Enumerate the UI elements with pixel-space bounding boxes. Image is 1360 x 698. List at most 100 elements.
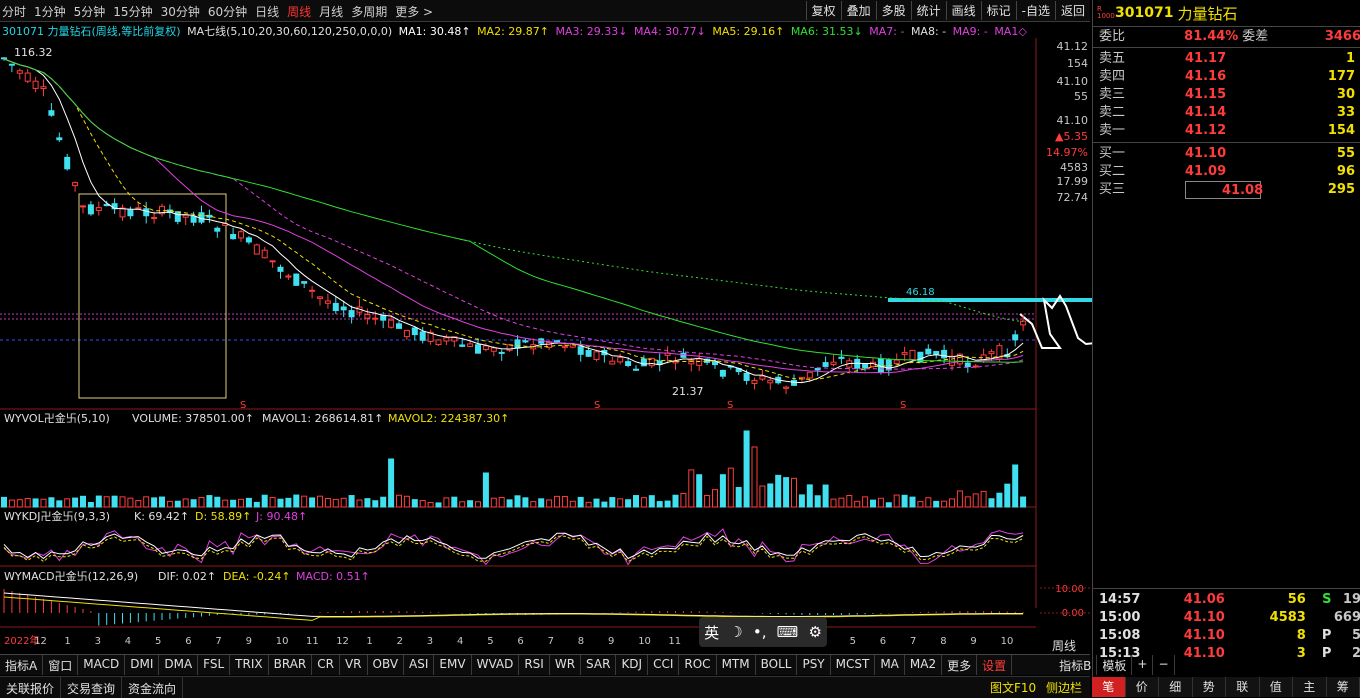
volume-bar: [562, 497, 567, 507]
indicator-tab[interactable]: FSL: [198, 655, 230, 675]
side-tab[interactable]: 筹: [1327, 677, 1360, 697]
x-axis-label: 12: [336, 636, 349, 647]
gear-icon[interactable]: ⚙: [808, 623, 821, 641]
kdj-d: D: 58.89↑: [195, 510, 251, 523]
period-tab[interactable]: 5分钟: [74, 3, 106, 20]
toolbar-button[interactable]: 标记: [981, 1, 1016, 20]
macd-macd: MACD: 0.51↑: [296, 570, 370, 583]
ime-toolbar[interactable]: 英 ☽ •, ⌨ ⚙: [699, 617, 827, 647]
volume-bar: [436, 503, 441, 507]
indicator-tab[interactable]: VR: [340, 655, 368, 675]
candle-body: [333, 303, 338, 310]
indicator-tab[interactable]: MACD: [78, 655, 125, 675]
volume-bar: [989, 499, 994, 507]
volume-bar: [586, 502, 591, 507]
candle-body: [25, 73, 30, 81]
period-tab[interactable]: 日线: [255, 3, 279, 20]
volume-bar: [1021, 497, 1026, 507]
candle-body: [626, 362, 631, 366]
toolbar-button[interactable]: 叠加: [841, 1, 876, 20]
period-tab[interactable]: 多周期: [351, 3, 387, 20]
indicator-tab[interactable]: CR: [312, 655, 340, 675]
indicator-tab[interactable]: ASI: [404, 655, 434, 675]
period-tab[interactable]: 月线: [319, 3, 343, 20]
indicator-tab[interactable]: ROC: [679, 655, 716, 675]
indicator-tab[interactable]: OBV: [368, 655, 405, 675]
indicator-tab[interactable]: RSI: [519, 655, 550, 675]
toolbar-button[interactable]: 统计: [911, 1, 946, 20]
f10-link[interactable]: 图文F10: [990, 681, 1036, 695]
price-scale-label: 55: [1074, 90, 1088, 103]
indicator-tab[interactable]: 指标A: [0, 655, 43, 675]
period-tab[interactable]: 分时: [2, 3, 26, 20]
volume-bar: [878, 498, 883, 507]
toolbar-button[interactable]: 多股: [876, 1, 911, 20]
indicator-tab[interactable]: 更多: [942, 655, 977, 675]
indicator-tab[interactable]: 窗口: [43, 655, 78, 675]
indicator-tab[interactable]: MTM: [717, 655, 756, 675]
side-tab[interactable]: 价: [1126, 677, 1160, 697]
indicator-tab[interactable]: BOLL: [756, 655, 798, 675]
tick-flag: [1306, 609, 1332, 627]
volume-bar: [65, 499, 70, 507]
ma-set-label: MA七线(5,10,20,30,60,120,250,0,0,0): [187, 25, 392, 38]
indicator-tab[interactable]: DMA: [159, 655, 198, 675]
keyboard-icon[interactable]: ⌨: [777, 623, 799, 641]
volume-bar: [760, 486, 765, 507]
indicator-tab[interactable]: TRIX: [230, 655, 268, 675]
candle-body: [1013, 335, 1018, 340]
indicator-tab[interactable]: BRAR: [269, 655, 313, 675]
ime-lang[interactable]: 英: [704, 622, 719, 643]
side-tab[interactable]: 笔: [1092, 677, 1126, 697]
indicator-tab[interactable]: 设置: [977, 655, 1012, 675]
tick-volume: 4583: [1253, 609, 1306, 627]
indicator-tab[interactable]: WR: [550, 655, 581, 675]
indicator-tab[interactable]: DMI: [125, 655, 159, 675]
kline-chart[interactable]: 41.1215441.105541.10▲5.3514.97%458317.99…: [0, 38, 1092, 652]
tick-price: 41.10: [1184, 609, 1253, 627]
indicator-tab[interactable]: WVAD: [472, 655, 520, 675]
status-link[interactable]: 资金流向: [122, 677, 183, 698]
indicator-tab[interactable]: SAR: [581, 655, 616, 675]
period-tab[interactable]: 周线: [287, 3, 311, 20]
moon-icon[interactable]: ☽: [729, 623, 742, 641]
status-link[interactable]: 关联报价: [0, 677, 61, 698]
candle-body: [444, 338, 449, 341]
volume-bar: [871, 500, 876, 507]
volume-bar: [950, 499, 955, 507]
indicator-tab[interactable]: MA: [875, 655, 905, 675]
toolbar-button[interactable]: 画线: [946, 1, 981, 20]
side-tab[interactable]: 联: [1226, 677, 1260, 697]
side-tab[interactable]: 值: [1260, 677, 1294, 697]
candle-body: [926, 349, 931, 354]
toolbar-button[interactable]: 返回: [1055, 1, 1090, 20]
period-tab[interactable]: 1分钟: [34, 3, 66, 20]
toolbar-button[interactable]: 复权: [806, 1, 841, 20]
side-tab[interactable]: 势: [1193, 677, 1227, 697]
toolbar-button[interactable]: -自选: [1016, 1, 1055, 20]
kdj-title: WYKDJ卍金卐(9,3,3): [4, 509, 110, 523]
candle-body: [17, 71, 22, 74]
indicator-tab[interactable]: EMV: [434, 655, 471, 675]
indicator-tab[interactable]: KDJ: [616, 655, 648, 675]
ma7-value: MA7: -: [869, 25, 904, 38]
sidebar-link[interactable]: 侧边栏: [1046, 681, 1082, 695]
indicator-tab[interactable]: PSY: [797, 655, 830, 675]
indicator-tab[interactable]: MCST: [831, 655, 876, 675]
volume-bar: [167, 501, 172, 507]
indicator-tab[interactable]: MA2: [905, 655, 942, 675]
tick-row: 15:1341.103P2: [1093, 645, 1360, 663]
tick-time: 15:08: [1093, 627, 1184, 645]
indicator-tab[interactable]: 指标B: [1054, 655, 1097, 675]
period-tab[interactable]: 60分钟: [208, 3, 247, 20]
punct-icon[interactable]: •,: [753, 623, 767, 641]
candle-body: [894, 360, 899, 363]
period-tab[interactable]: 30分钟: [161, 3, 200, 20]
period-tab[interactable]: 15分钟: [113, 3, 152, 20]
side-tab[interactable]: 细: [1159, 677, 1193, 697]
period-tab[interactable]: 更多 >: [395, 3, 433, 20]
indicator-tab[interactable]: CCI: [648, 655, 679, 675]
x-axis-label: 7: [548, 636, 554, 647]
side-tab[interactable]: 主: [1293, 677, 1327, 697]
status-link[interactable]: 交易查询: [61, 677, 122, 698]
